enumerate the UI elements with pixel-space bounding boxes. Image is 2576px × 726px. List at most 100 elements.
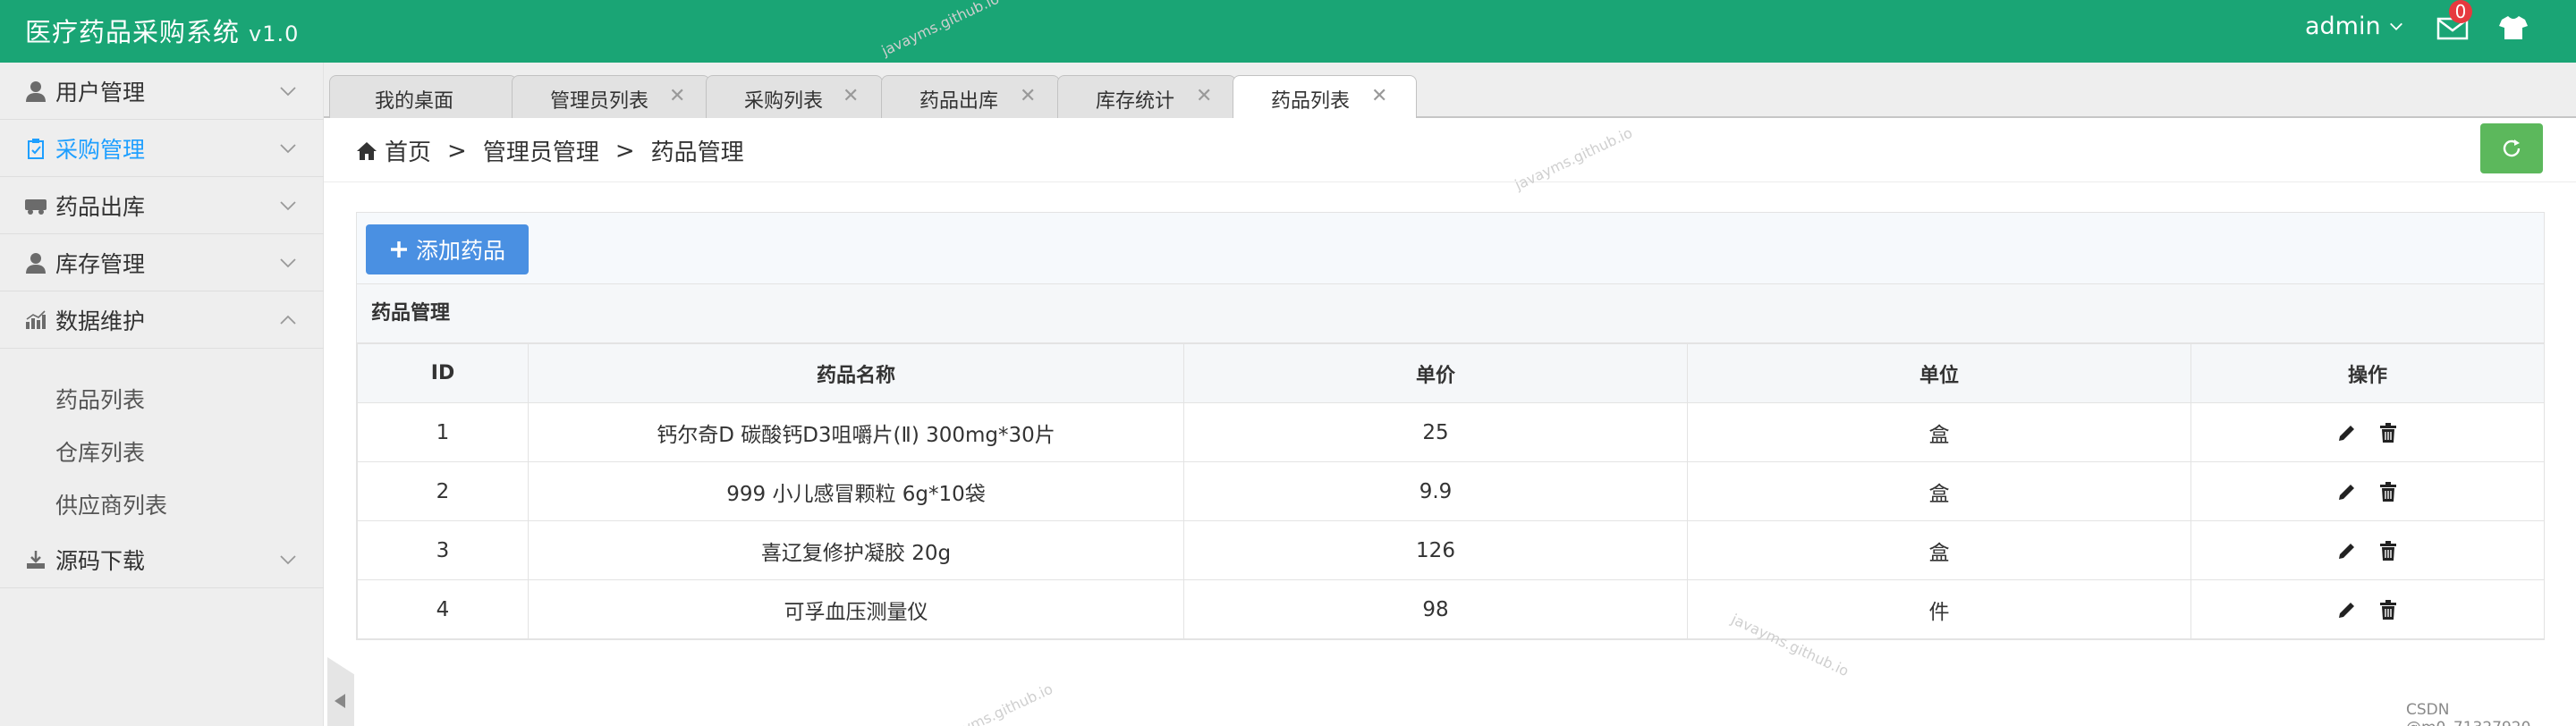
bar-chart-icon bbox=[23, 308, 48, 333]
tab-purchase-list[interactable]: 采购列表 ✕ bbox=[706, 75, 883, 118]
sidebar-item-drug-outbound[interactable]: 药品出库 bbox=[0, 177, 324, 234]
home-icon bbox=[357, 141, 377, 160]
sidebar-item-label: 采购管理 bbox=[55, 136, 146, 163]
tab-label: 药品出库 bbox=[919, 90, 999, 113]
app-version: v1.0 bbox=[249, 21, 300, 46]
column-header-unit: 单位 bbox=[1687, 343, 2191, 403]
tab-my-desktop[interactable]: 我的桌面 bbox=[329, 75, 517, 118]
close-icon[interactable]: ✕ bbox=[1196, 85, 1212, 107]
breadcrumb-separator: > bbox=[614, 137, 635, 165]
truck-icon bbox=[23, 193, 48, 218]
cell-name: 喜辽复修护凝胶 20g bbox=[528, 520, 1184, 580]
table-row: 4 可孚血压测量仪 98 件 bbox=[357, 579, 2545, 639]
panel-title: 药品管理 bbox=[357, 284, 2544, 343]
download-icon bbox=[23, 547, 48, 572]
cell-name: 可孚血压测量仪 bbox=[528, 579, 1184, 639]
cell-unit: 盒 bbox=[1687, 402, 2191, 462]
sidebar-item-data-maintenance[interactable]: 数据维护 bbox=[0, 291, 324, 349]
sidebar-item-label: 库存管理 bbox=[55, 250, 146, 277]
tab-label: 库存统计 bbox=[1096, 90, 1175, 113]
table-row: 3 喜辽复修护凝胶 20g 126 盒 bbox=[357, 520, 2545, 580]
user-menu[interactable]: admin bbox=[2305, 13, 2404, 40]
submenu-item-warehouse-list[interactable]: 仓库列表 bbox=[55, 435, 145, 468]
close-icon[interactable]: ✕ bbox=[843, 85, 859, 107]
notification-badge: 0 bbox=[2449, 0, 2472, 23]
breadcrumb-bar: 首页 > 管理员管理 > 药品管理 bbox=[324, 118, 2576, 182]
cell-actions bbox=[2190, 520, 2545, 580]
tab-label: 管理员列表 bbox=[550, 90, 649, 113]
refresh-icon bbox=[2503, 139, 2521, 157]
cell-unit: 盒 bbox=[1687, 461, 2191, 521]
sidebar-item-label: 源码下载 bbox=[55, 547, 146, 574]
column-header-id: ID bbox=[357, 343, 529, 403]
cell-price: 98 bbox=[1183, 579, 1688, 639]
trash-icon[interactable] bbox=[2377, 422, 2399, 443]
submenu-item-supplier-list[interactable]: 供应商列表 bbox=[55, 488, 167, 520]
tab-label: 药品列表 bbox=[1271, 90, 1351, 113]
column-header-name: 药品名称 bbox=[528, 343, 1184, 403]
close-icon[interactable]: ✕ bbox=[1371, 85, 1387, 107]
tab-label: 我的桌面 bbox=[375, 90, 454, 113]
cell-unit: 盒 bbox=[1687, 520, 2191, 580]
plus-icon bbox=[390, 241, 407, 257]
chevron-down-icon bbox=[280, 555, 296, 565]
close-icon[interactable]: ✕ bbox=[1020, 85, 1036, 107]
table-header-row: ID 药品名称 单价 单位 操作 bbox=[357, 343, 2545, 403]
submenu-item-drug-list[interactable]: 药品列表 bbox=[55, 383, 145, 415]
edit-pencil-icon[interactable] bbox=[2336, 481, 2358, 502]
chevron-down-icon bbox=[280, 87, 296, 97]
tab-admin-list[interactable]: 管理员列表 ✕ bbox=[512, 75, 710, 118]
cell-name: 999 小儿感冒颗粒 6g*10袋 bbox=[528, 461, 1184, 521]
cell-price: 9.9 bbox=[1183, 461, 1688, 521]
chevron-down-icon bbox=[280, 201, 296, 211]
tab-drug-outbound[interactable]: 药品出库 ✕ bbox=[881, 75, 1060, 118]
panel-toolbar: 添加药品 bbox=[357, 213, 2544, 284]
edit-pencil-icon[interactable] bbox=[2336, 422, 2358, 443]
trash-icon[interactable] bbox=[2377, 481, 2399, 502]
table-row: 1 钙尔奇D 碳酸钙D3咀嚼片(Ⅱ) 300mg*30片 25 盒 bbox=[357, 402, 2545, 462]
chevron-down-icon bbox=[280, 144, 296, 154]
cell-actions bbox=[2190, 579, 2545, 639]
tab-label: 采购列表 bbox=[744, 90, 824, 113]
sidebar-item-inventory-management[interactable]: 库存管理 bbox=[0, 234, 324, 291]
edit-pencil-icon[interactable] bbox=[2336, 540, 2358, 561]
app-title-text: 医疗药品采购系统 bbox=[25, 17, 241, 47]
drug-management-panel: 添加药品 药品管理 ID 药品名称 单价 单位 操作 1 钙尔奇D 碳酸钙D3咀… bbox=[356, 212, 2545, 640]
table-row: 2 999 小儿感冒颗粒 6g*10袋 9.9 盒 bbox=[357, 461, 2545, 521]
tab-inventory-stats[interactable]: 库存统计 ✕ bbox=[1057, 75, 1236, 118]
app-title: 医疗药品采购系统 v1.0 bbox=[25, 12, 299, 49]
cell-actions bbox=[2190, 402, 2545, 462]
breadcrumb-level1[interactable]: 管理员管理 bbox=[483, 134, 599, 167]
tab-bar: 我的桌面 管理员列表 ✕ 采购列表 ✕ 药品出库 ✕ 库存统计 ✕ 药品列表 ✕ bbox=[324, 63, 2576, 118]
tab-drug-list[interactable]: 药品列表 ✕ bbox=[1233, 75, 1417, 118]
close-icon[interactable]: ✕ bbox=[669, 85, 685, 107]
cell-id: 4 bbox=[357, 579, 529, 639]
cell-actions bbox=[2190, 461, 2545, 521]
cell-price: 25 bbox=[1183, 402, 1688, 462]
cell-id: 2 bbox=[357, 461, 529, 521]
cell-name: 钙尔奇D 碳酸钙D3咀嚼片(Ⅱ) 300mg*30片 bbox=[528, 402, 1184, 462]
refresh-button[interactable] bbox=[2480, 123, 2543, 173]
cell-id: 1 bbox=[357, 402, 529, 462]
breadcrumb-home[interactable]: 首页 bbox=[385, 134, 431, 167]
drug-table: ID 药品名称 单价 单位 操作 1 钙尔奇D 碳酸钙D3咀嚼片(Ⅱ) 300m… bbox=[357, 343, 2545, 639]
breadcrumb: 首页 > 管理员管理 > 药品管理 bbox=[356, 134, 744, 167]
sidebar-item-source-download[interactable]: 源码下载 bbox=[0, 531, 324, 588]
sidebar-item-label: 药品出库 bbox=[55, 193, 146, 220]
chevron-down-icon bbox=[2389, 22, 2402, 30]
column-header-price: 单价 bbox=[1183, 343, 1688, 403]
csdn-credit: CSDN @m0_71327920 bbox=[2406, 701, 2530, 726]
trash-icon[interactable] bbox=[2377, 599, 2399, 620]
sidebar-item-user-management[interactable]: 用户管理 bbox=[0, 63, 324, 120]
user-icon bbox=[23, 79, 48, 104]
user-icon bbox=[23, 250, 48, 275]
clipboard-icon bbox=[23, 136, 48, 161]
sidebar-item-label: 用户管理 bbox=[55, 79, 146, 106]
add-drug-button[interactable]: 添加药品 bbox=[366, 224, 529, 274]
edit-pencil-icon[interactable] bbox=[2336, 599, 2358, 620]
theme-shirt-icon[interactable] bbox=[2498, 14, 2529, 41]
sidebar-collapse-handle[interactable] bbox=[327, 657, 354, 726]
trash-icon[interactable] bbox=[2377, 540, 2399, 561]
caret-left-icon bbox=[335, 694, 345, 708]
sidebar-item-purchase-management[interactable]: 采购管理 bbox=[0, 120, 324, 177]
